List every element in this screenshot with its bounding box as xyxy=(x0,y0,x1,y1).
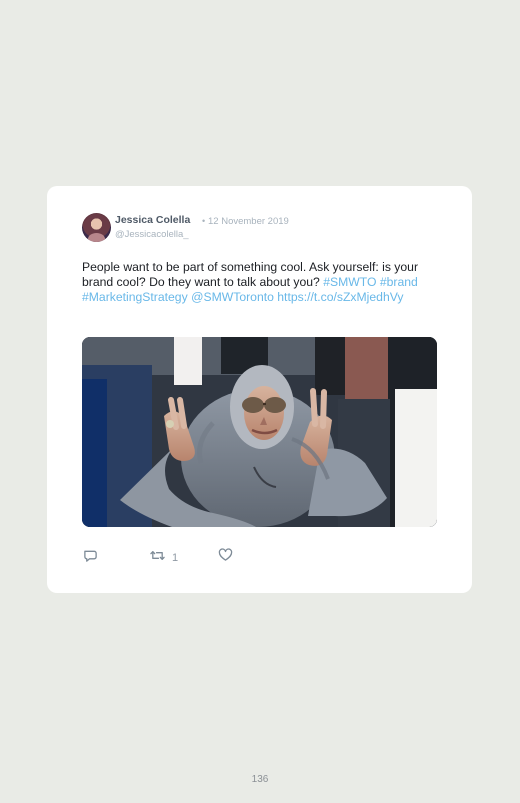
tweet-link[interactable]: https://t.co/sZxMjedhVy xyxy=(277,290,403,304)
tweet-card: Jessica Colella • 12 November 2019 @Jess… xyxy=(47,186,472,593)
embedded-animated-image[interactable] xyxy=(82,337,437,527)
mention-smwtoronto[interactable]: @SMWToronto xyxy=(191,290,274,304)
page-number: 136 xyxy=(251,774,269,785)
hashtag-marketing-strategy[interactable]: #MarketingStrategy xyxy=(82,290,188,304)
author-handle[interactable]: @Jessicacolella_ xyxy=(115,229,189,240)
hashtag-brand[interactable]: #brand xyxy=(380,275,418,289)
hashtag-smwto[interactable]: #SMWTO xyxy=(323,275,376,289)
retweet-action[interactable]: 1 xyxy=(149,548,178,568)
retweet-icon[interactable] xyxy=(149,548,166,568)
date-separator: • xyxy=(202,216,206,226)
retweet-count: 1 xyxy=(172,551,179,564)
tweet-text: People want to be part of something cool… xyxy=(82,260,442,305)
author-name[interactable]: Jessica Colella xyxy=(115,214,190,226)
author-avatar[interactable] xyxy=(82,213,111,242)
reply-icon[interactable] xyxy=(83,548,98,568)
like-action[interactable] xyxy=(218,548,233,567)
reply-action[interactable] xyxy=(83,548,98,568)
heart-icon[interactable] xyxy=(218,548,233,567)
tweet-date[interactable]: 12 November 2019 xyxy=(208,216,289,227)
